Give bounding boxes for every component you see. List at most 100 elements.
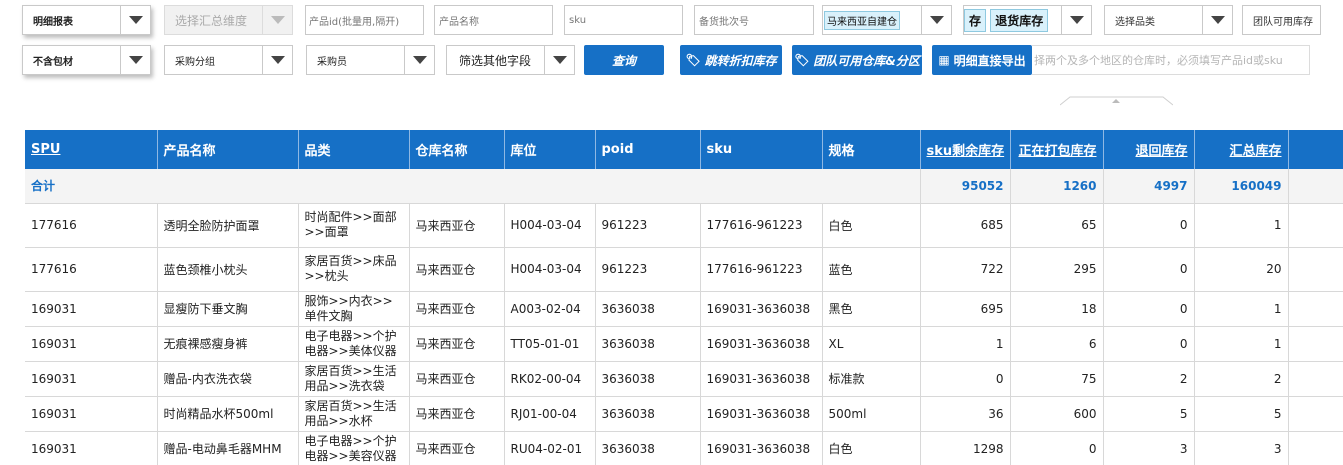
cell-sku: 169031-3636038 <box>700 326 823 362</box>
cell-spec: 白色 <box>822 431 921 465</box>
query-button-label: 查询 <box>611 53 636 68</box>
discount-stock-button[interactable]: 🏷 跳转折扣库存 <box>680 45 782 75</box>
total-row: 合计 95052 1260 4997 160049 <box>25 169 1343 204</box>
header-poid: poid <box>595 130 701 169</box>
stock-tag[interactable]: 退货库存 <box>990 8 1049 32</box>
table-row[interactable]: 177616 蓝色颈椎小枕头 家居百货>>床品>>枕头 马来西亚仓 H004-03-04… <box>25 247 1343 292</box>
cell-product-name: 无痕裸感瘦身裤 <box>157 326 299 362</box>
cell-returned-stock: 0 <box>1103 247 1195 292</box>
cell-location: H004-03-04 <box>504 247 596 292</box>
export-button[interactable]: ▦ 明细直接导出 <box>932 45 1032 75</box>
sku-input[interactable]: sku <box>564 5 683 35</box>
product-id-placeholder: 产品id(批量用,隔开) <box>309 16 400 28</box>
packaging-select[interactable]: 不含包材 <box>22 45 151 75</box>
header-product-name: 产品名称 <box>157 130 299 169</box>
cell-packing-stock: 295 <box>1010 247 1104 292</box>
cell-sku: 177616-961223 <box>700 203 823 248</box>
row-overflow-cell <box>1288 203 1343 248</box>
tag-icon: 🏷 <box>794 53 810 67</box>
export-document-icon: ▦ <box>938 53 950 67</box>
cell-product-name: 透明全脸防护面罩 <box>157 203 299 248</box>
cell-packing-stock: 65 <box>1010 203 1104 248</box>
cell-total-stock: 1 <box>1194 291 1289 327</box>
cell-product-name: 显瘦防下垂文胸 <box>157 291 299 327</box>
cell-category: 电子电器>>个护电器>>美体仪器 <box>298 326 410 362</box>
cell-warehouse: 马来西亚仓 <box>409 431 505 465</box>
other-fields-select[interactable]: 筛选其他字段 <box>446 45 575 75</box>
other-fields-placeholder: 筛选其他字段 <box>459 53 532 68</box>
team-warehouse-label: 团队可用仓库&分区 <box>813 53 920 68</box>
product-id-input[interactable]: 产品id(批量用,隔开) <box>305 5 424 35</box>
table-row[interactable]: 169031 无痕裸感瘦身裤 电子电器>>个护电器>>美体仪器 马来西亚仓 TT05-0… <box>25 326 1343 362</box>
cell-spu: 177616 <box>25 203 158 248</box>
cell-spu: 169031 <box>25 326 158 362</box>
cell-total-stock: 1 <box>1194 326 1289 362</box>
table-row[interactable]: 169031 时尚精品水杯500ml 家居百货>>生活用品>>水杯 马来西亚仓 RJ01… <box>25 396 1343 432</box>
query-button[interactable]: 查询 <box>584 45 664 75</box>
cell-product-name: 时尚精品水杯500ml <box>157 396 299 432</box>
stock-type-select[interactable]: 存 退货库存 <box>963 5 1092 35</box>
stock-tag-partial[interactable]: 存 <box>964 8 987 32</box>
chevron-down-icon <box>120 6 150 34</box>
product-name-input[interactable]: 产品名称 <box>434 5 553 35</box>
cell-category: 服饰>>内衣>>单件文胸 <box>298 291 410 327</box>
table-row[interactable]: 177616 透明全脸防护面罩 时尚配件>>面部>>面罩 马来西亚仓 H004-03-0… <box>25 203 1343 248</box>
cell-spu: 169031 <box>25 291 158 327</box>
cell-location: RJ01-00-04 <box>504 396 596 432</box>
chevron-down-icon <box>1202 6 1232 34</box>
team-stock-select[interactable]: 团队可用库存 <box>1242 5 1321 35</box>
cell-packing-stock: 75 <box>1010 361 1104 397</box>
header-overflow <box>1288 130 1343 169</box>
cell-poid: 3636038 <box>595 361 701 397</box>
warehouse-tag[interactable]: 马来西亚自建仓 <box>824 10 900 30</box>
category-select[interactable]: 选择品类 <box>1104 5 1233 35</box>
cell-warehouse: 马来西亚仓 <box>409 326 505 362</box>
buyer-select[interactable]: 采购员 <box>306 45 435 75</box>
cell-spec: XL <box>822 326 921 362</box>
table-row[interactable]: 169031 赠品-电动鼻毛器MHM 电子电器>>个护电器>>美容仪器 马来西亚仓 RU… <box>25 431 1343 465</box>
cell-location: RK02-00-04 <box>504 361 596 397</box>
chevron-down-icon <box>544 46 574 74</box>
chevron-down-icon <box>120 46 150 74</box>
batch-number-placeholder: 备货批次号 <box>699 16 749 28</box>
cell-total-stock: 5 <box>1194 396 1289 432</box>
table-row[interactable]: 169031 赠品-内衣洗衣袋 家居百货>>生活用品>>洗衣袋 马来西亚仓 RK02-0… <box>25 361 1343 397</box>
category-placeholder: 选择品类 <box>1115 16 1155 28</box>
cell-location: H004-03-04 <box>504 203 596 248</box>
discount-stock-label: 跳转折扣库存 <box>704 53 777 68</box>
cell-returned-stock: 5 <box>1103 396 1195 432</box>
cell-category: 家居百货>>生活用品>>水杯 <box>298 396 410 432</box>
sku-placeholder: sku <box>569 14 587 26</box>
cell-spec: 标准款 <box>822 361 921 397</box>
cell-warehouse: 马来西亚仓 <box>409 247 505 292</box>
chevron-down-icon <box>262 6 292 34</box>
row-overflow-cell <box>1288 396 1343 432</box>
cell-category: 家居百货>>生活用品>>洗衣袋 <box>298 361 410 397</box>
cell-returned-stock: 2 <box>1103 361 1195 397</box>
cell-location: RU04-02-01 <box>504 431 596 465</box>
header-returned-stock[interactable]: 退回库存 <box>1103 130 1195 169</box>
purchase-group-select[interactable]: 采购分组 <box>164 45 293 75</box>
cell-poid: 961223 <box>595 247 701 292</box>
team-warehouse-button[interactable]: 🏷 团队可用仓库&分区 <box>792 45 922 75</box>
total-packing: 1260 <box>1010 169 1104 204</box>
header-sku-remaining[interactable]: sku剩余库存 <box>920 130 1011 169</box>
cell-returned-stock: 3 <box>1103 431 1195 465</box>
warehouse-select[interactable]: 马来西亚自建仓 <box>822 5 952 35</box>
inventory-table-container: SPU 产品名称 品类 仓库名称 库位 poid sku 规格 sku剩余库存 … <box>25 130 1343 465</box>
header-total-stock[interactable]: 汇总库存 <box>1194 130 1289 169</box>
collapse-toggle-icon[interactable] <box>1060 96 1173 106</box>
table-row[interactable]: 169031 显瘦防下垂文胸 服饰>>内衣>>单件文胸 马来西亚仓 A003-02-04… <box>25 291 1343 327</box>
export-label: 明细直接导出 <box>953 53 1026 68</box>
cell-product-name: 蓝色颈椎小枕头 <box>157 247 299 292</box>
cell-warehouse: 马来西亚仓 <box>409 396 505 432</box>
header-spu[interactable]: SPU <box>25 130 158 169</box>
batch-number-input[interactable]: 备货批次号 <box>694 5 814 35</box>
header-packing-stock[interactable]: 正在打包库存 <box>1010 130 1104 169</box>
report-type-select[interactable]: 明细报表 <box>22 5 151 35</box>
purchase-group-placeholder: 采购分组 <box>175 56 215 68</box>
cell-packing-stock: 600 <box>1010 396 1104 432</box>
warehouse-hint-text: 择两个及多个地区的仓库时，必须填写产品id或sku <box>1034 54 1283 67</box>
cell-sku-remaining: 1298 <box>920 431 1011 465</box>
cell-packing-stock: 6 <box>1010 326 1104 362</box>
